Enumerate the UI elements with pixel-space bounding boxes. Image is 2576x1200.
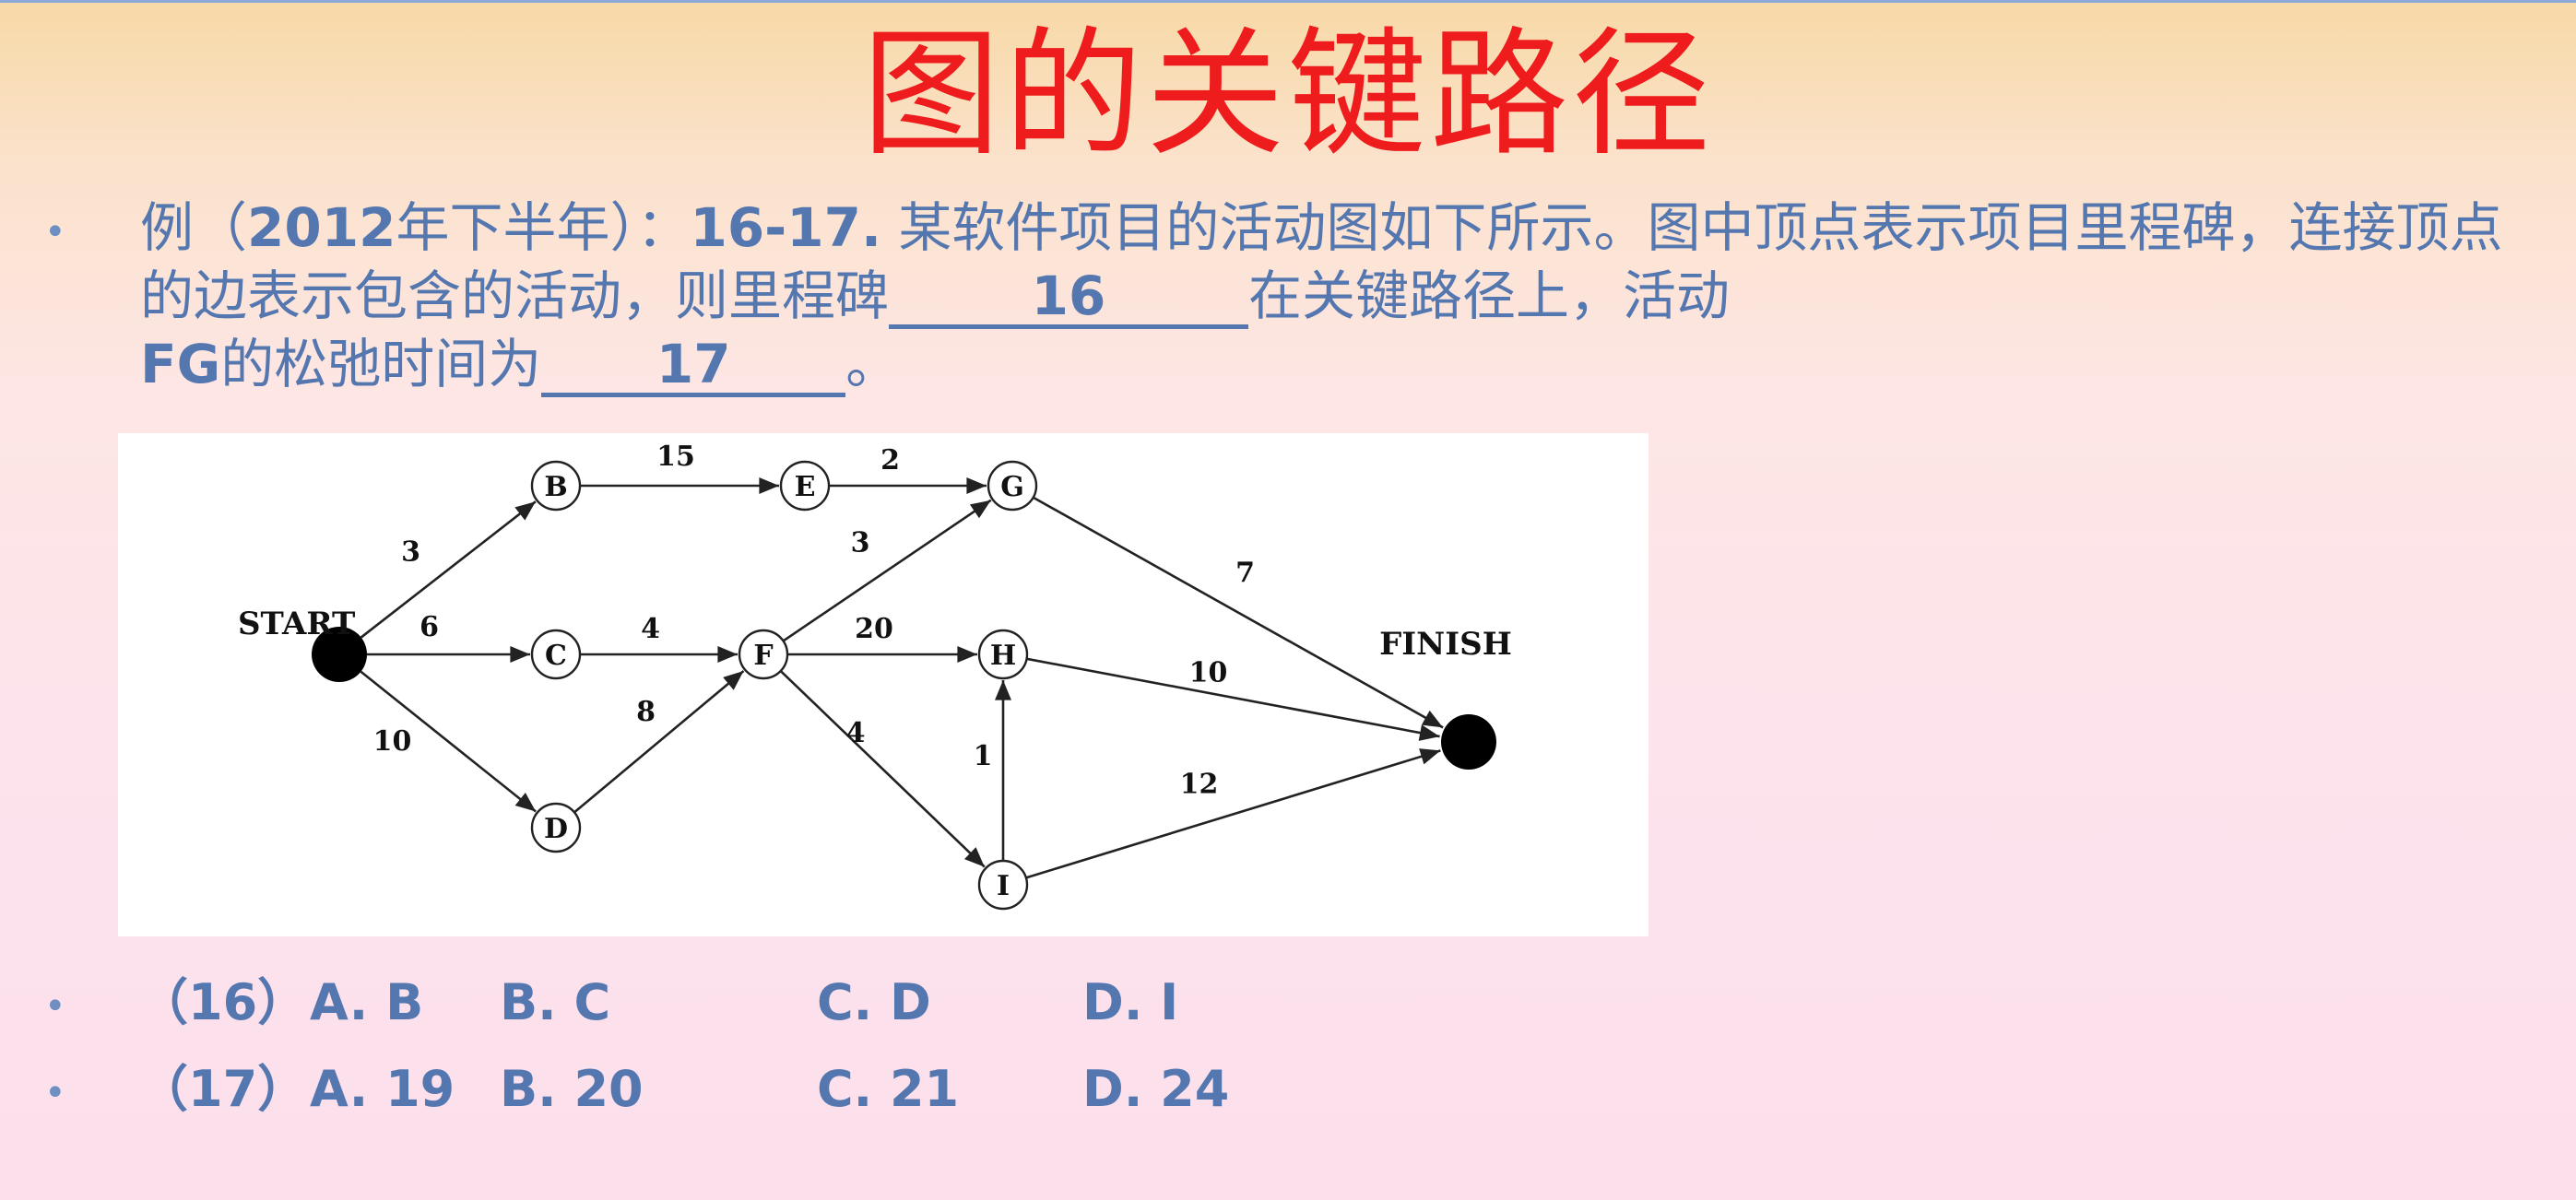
option-a[interactable]: A. B [310, 973, 423, 1032]
question-body-2: 在关键路径上，活动 [1248, 265, 1731, 327]
node-b-label: B [544, 471, 567, 503]
edge-weight-i-h: 1 [974, 740, 993, 772]
edge-weight-g-finish: 7 [1235, 557, 1255, 589]
edge-weight-start-d: 10 [373, 725, 412, 758]
node-h-label: H [990, 640, 1016, 672]
question-year: 2012 [247, 196, 396, 259]
question-mid: 年下半年）： [396, 196, 691, 259]
node-f-label: F [753, 640, 773, 672]
edge-h-finish [1026, 657, 1440, 741]
edge-d-f [573, 669, 745, 814]
activity-diagram: 3 6 10 15 4 8 2 3 20 4 1 7 10 12 START B C D E F G H I FINISH [118, 433, 1648, 936]
edge-start-b [360, 500, 537, 639]
edge-weight-i-finish: 12 [1180, 769, 1219, 801]
node-d-label: D [544, 813, 568, 845]
option-a[interactable]: A. 19 [310, 1060, 455, 1119]
question-body-3: 的松弛时间为 [220, 333, 542, 395]
edge-weight-b-e: 15 [656, 441, 695, 473]
blank-16: 16 [889, 267, 1249, 329]
option-d[interactable]: D. I [1082, 973, 1178, 1032]
bullet-dot: • [44, 211, 66, 253]
bullet-dot: • [44, 1072, 66, 1114]
node-finish-dot [1441, 714, 1496, 770]
edge-weight-d-f: 8 [636, 696, 656, 728]
edge-weight-f-i: 4 [846, 717, 866, 749]
option-c[interactable]: C. 21 [817, 1060, 959, 1119]
edge-weight-start-c: 6 [419, 611, 439, 643]
question-fg: FG [140, 333, 221, 395]
edge-weight-c-f: 4 [641, 613, 660, 645]
node-g-label: G [1000, 471, 1024, 503]
option-row-num: （17） [138, 1060, 308, 1118]
bullet-dot: • [44, 985, 66, 1028]
question-text: 例（2012年下半年）：16-17. 某软件项目的活动图如下所示。图中顶点表示项… [140, 194, 2537, 398]
edge-f-i [779, 670, 986, 868]
edge-weight-e-g: 2 [880, 444, 900, 476]
edge-weight-start-b: 3 [401, 536, 420, 569]
option-b[interactable]: B. 20 [500, 1060, 644, 1119]
blank-17: 17 [541, 335, 846, 397]
edge-weight-h-finish: 10 [1189, 657, 1228, 689]
top-divider [0, 0, 2576, 3]
activity-diagram-svg: 3 6 10 15 4 8 2 3 20 4 1 7 10 12 START B C D E F G H I FINISH [238, 441, 1512, 911]
option-d[interactable]: D. 24 [1082, 1060, 1229, 1119]
edge-g-finish [1033, 496, 1444, 729]
edge-weight-f-h: 20 [855, 613, 893, 645]
option-c[interactable]: C. D [817, 973, 931, 1032]
node-i-label: I [997, 870, 1010, 902]
node-finish-label: FINISH [1379, 626, 1512, 663]
edge-weight-f-g: 3 [851, 527, 870, 559]
node-e-label: E [795, 471, 816, 503]
question-body-4: 。 [845, 333, 900, 395]
node-start-label: START [238, 606, 355, 642]
slide-title: 图的关键路径 [861, 15, 1714, 175]
question-number: 16-17. [690, 196, 881, 259]
option-row-num: （16） [138, 973, 308, 1031]
node-c-label: C [545, 640, 567, 672]
edge-i-finish [1025, 748, 1441, 879]
option-b[interactable]: B. C [500, 973, 610, 1032]
question-prefix: 例（ [140, 196, 248, 259]
